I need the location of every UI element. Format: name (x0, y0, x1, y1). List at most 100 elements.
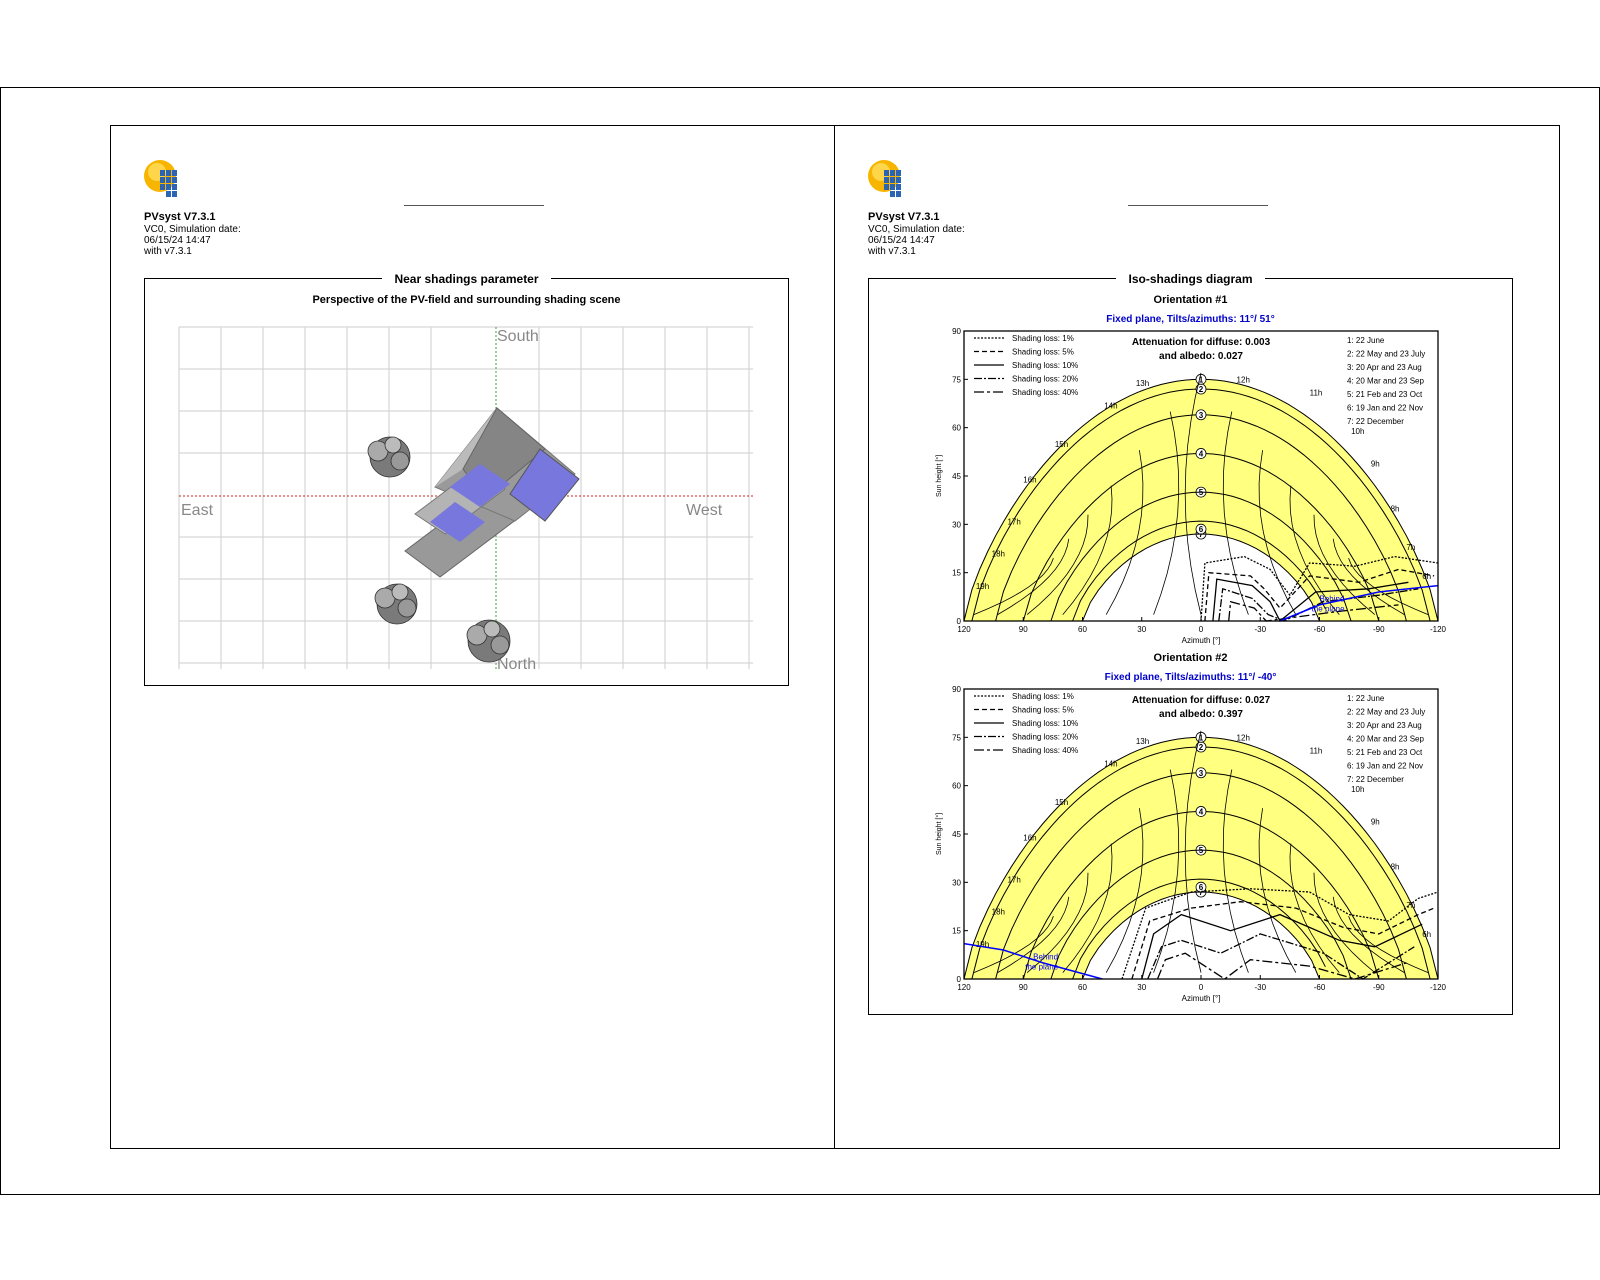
report-page-left: PVsyst V7.3.1 VC0, Simulation date: 06/1… (110, 125, 835, 1149)
y-axis-label: Sun height [°] (935, 455, 943, 497)
hour-label: 12h (1237, 734, 1250, 743)
hour-label: 17h (1007, 517, 1020, 526)
hour-label: 13h (1136, 379, 1149, 388)
x-tick-label: 60 (1078, 983, 1087, 992)
meta-line-2: 06/15/24 14:47 (144, 235, 211, 246)
x-axis-label: Azimuth [°] (1182, 636, 1221, 645)
legend-shading-label: Shading loss: 40% (1012, 388, 1078, 397)
hour-label: 9h (1371, 817, 1380, 826)
section-title: Near shadings parameter (145, 270, 788, 288)
hour-label: 11h (1310, 746, 1323, 755)
legend-shading-label: Shading loss: 5% (1012, 348, 1074, 357)
x-tick-label: -90 (1373, 625, 1385, 634)
legend-shading-label: Shading loss: 1% (1012, 334, 1074, 343)
x-tick-label: 120 (957, 625, 971, 634)
x-tick-label: 0 (1199, 625, 1204, 634)
document-viewer: PVsyst V7.3.1 VC0, Simulation date: 06/1… (0, 87, 1600, 1195)
legend-date-label: 6: 19 Jan and 22 Nov (1347, 762, 1423, 771)
meta-line-2: 06/15/24 14:47 (868, 235, 935, 246)
iso-shadings-section: Iso-shadings diagram Orientation #1 Fixe… (868, 272, 1513, 1015)
report-meta: PVsyst V7.3.1 VC0, Simulation date: 06/1… (868, 211, 965, 257)
compass-east: East (181, 502, 214, 519)
header-rule (404, 205, 544, 206)
hour-label: 11h (1310, 388, 1323, 397)
legend-date-label: 3: 20 Apr and 23 Aug (1347, 363, 1422, 372)
x-tick-label: -90 (1373, 983, 1385, 992)
legend-date-label: 7: 22 December (1347, 417, 1404, 426)
y-tick-label: 30 (952, 520, 961, 529)
date-badge-label: 2 (1199, 743, 1204, 752)
legend-date-label: 4: 20 Mar and 23 Sep (1347, 735, 1424, 744)
legend-shading-label: Shading loss: 20% (1012, 375, 1078, 384)
y-tick-label: 15 (952, 927, 961, 936)
attenuation-line-1: Attenuation for diffuse: 0.003 (1132, 337, 1271, 348)
behind-plane-label: Behind (1320, 595, 1345, 604)
x-tick-label: 120 (957, 983, 971, 992)
date-badge-label: 6 (1199, 525, 1204, 534)
y-tick-label: 60 (952, 424, 961, 433)
date-badge-label: 3 (1199, 769, 1204, 778)
brand-label: PVsyst V7.3.1 (144, 211, 216, 223)
x-tick-label: 90 (1019, 983, 1028, 992)
legend-date-label: 7: 22 December (1347, 775, 1404, 784)
date-badge-label: 4 (1199, 449, 1204, 458)
hour-label: 9h (1371, 459, 1380, 468)
x-tick-label: -120 (1430, 983, 1447, 992)
scene-title: Perspective of the PV-field and surround… (312, 294, 621, 306)
y-tick-label: 75 (952, 733, 961, 742)
y-tick-label: 90 (952, 327, 961, 336)
legend-date-label: 1: 22 June (1347, 694, 1385, 703)
orientation-2-title: Orientation #2 (1153, 652, 1228, 664)
attenuation-line-2: and albedo: 0.397 (1159, 709, 1243, 720)
report-page-right: PVsyst V7.3.1 VC0, Simulation date: 06/1… (835, 125, 1560, 1149)
brand-label: PVsyst V7.3.1 (868, 211, 940, 223)
behind-plane-label: Behind (1033, 953, 1058, 962)
legend-date-label: 4: 20 Mar and 23 Sep (1347, 377, 1424, 386)
header-rule (1128, 205, 1268, 206)
meta-line-3: with v7.3.1 (144, 246, 192, 257)
hour-label: 6h (1422, 930, 1431, 939)
legend-shading-label: Shading loss: 40% (1012, 746, 1078, 755)
x-tick-label: -60 (1314, 983, 1326, 992)
legend-date-label: 5: 21 Feb and 23 Oct (1347, 390, 1423, 399)
shading-scene: South North East West (178, 326, 753, 673)
y-tick-label: 75 (952, 375, 961, 384)
hour-label: 18h (992, 908, 1005, 917)
y-tick-label: 0 (957, 975, 962, 984)
hour-label: 6h (1422, 572, 1431, 581)
compass-north: North (497, 656, 536, 673)
behind-plane-label: the plane (1312, 604, 1345, 613)
meta-line-1: VC0, Simulation date: (144, 224, 241, 235)
x-tick-label: 30 (1137, 625, 1146, 634)
hour-label: 15h (1055, 440, 1068, 449)
iso-shading-chart-1: 76543216h7h8h9h10h11h12h13h14h15h16h17h1… (935, 327, 1447, 645)
y-tick-label: 15 (952, 569, 961, 578)
date-badge-label: 4 (1199, 807, 1204, 816)
attenuation-line-1: Attenuation for diffuse: 0.027 (1132, 695, 1271, 706)
x-tick-label: 90 (1019, 625, 1028, 634)
hour-label: 12h (1237, 376, 1250, 385)
y-tick-label: 60 (952, 782, 961, 791)
hour-label: 16h (1023, 475, 1036, 484)
hour-label: 19h (976, 582, 989, 591)
hour-label: 8h (1391, 862, 1400, 871)
y-tick-label: 90 (952, 685, 961, 694)
hour-label: 10h (1351, 785, 1364, 794)
hour-label: 8h (1391, 504, 1400, 513)
x-tick-label: -30 (1254, 983, 1266, 992)
behind-plane-label: the plane (1025, 962, 1058, 971)
hour-label: 17h (1007, 875, 1020, 884)
legend-date-label: 1: 22 June (1347, 336, 1385, 345)
tree-2 (374, 583, 418, 625)
orientation-1-title: Orientation #1 (1153, 294, 1228, 306)
x-tick-label: -30 (1254, 625, 1266, 634)
date-badge-label: 3 (1199, 411, 1204, 420)
hour-label: 13h (1136, 737, 1149, 746)
attenuation-line-2: and albedo: 0.027 (1159, 351, 1243, 362)
hour-label: 14h (1104, 401, 1117, 410)
hour-label: 18h (992, 550, 1005, 559)
x-tick-label: -120 (1430, 625, 1447, 634)
tree-1 (367, 436, 411, 478)
legend-date-label: 3: 20 Apr and 23 Aug (1347, 721, 1422, 730)
hour-label: 16h (1023, 833, 1036, 842)
